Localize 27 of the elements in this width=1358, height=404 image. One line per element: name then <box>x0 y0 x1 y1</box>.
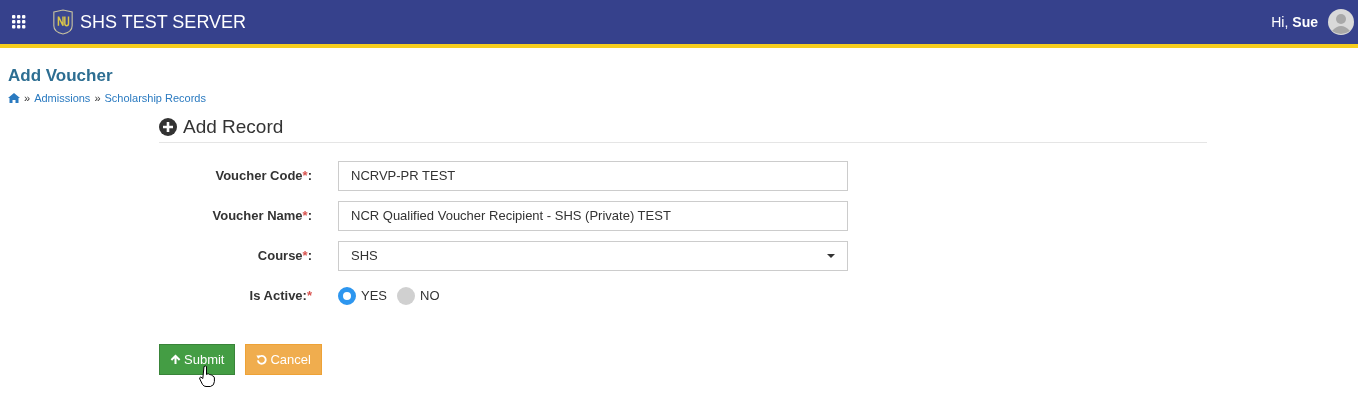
breadcrumb-link[interactable]: Admissions <box>34 92 91 104</box>
avatar-icon[interactable] <box>1328 9 1354 35</box>
select-field[interactable]: SHS <box>338 240 848 271</box>
breadcrumb-separator: » <box>94 92 101 104</box>
breadcrumb-link[interactable]: Scholarship Records <box>104 92 206 104</box>
arrow-up-icon <box>170 354 181 365</box>
section-title: Add Record <box>183 116 284 138</box>
apps-grid-icon[interactable] <box>12 15 26 29</box>
greeting: Hi, <box>1271 14 1289 30</box>
undo-icon <box>256 354 268 365</box>
radio-option[interactable]: NO <box>397 286 440 305</box>
radio-option[interactable]: YES <box>338 286 387 305</box>
hand-cursor-icon <box>199 365 215 387</box>
caret-icon <box>827 253 835 258</box>
app-title: SHS TEST SERVER <box>80 11 247 33</box>
page-title: Add Voucher <box>8 66 114 86</box>
logo-icon <box>52 9 74 35</box>
field-label: Course*: <box>256 248 312 263</box>
input-field[interactable]: NCR Qualified Voucher Recipient - SHS (Private) TEST <box>338 200 848 231</box>
field-label: Is Active:* <box>248 288 312 303</box>
input-field[interactable]: NCRVP-PR TEST <box>338 160 848 191</box>
plus-circle-icon <box>159 118 177 136</box>
user-name[interactable]: Sue <box>1292 14 1318 30</box>
field-label: Voucher Name*: <box>211 208 312 223</box>
breadcrumb-separator: » <box>24 92 31 104</box>
field-label: Voucher Code*: <box>214 168 312 183</box>
home-icon[interactable] <box>8 93 20 103</box>
